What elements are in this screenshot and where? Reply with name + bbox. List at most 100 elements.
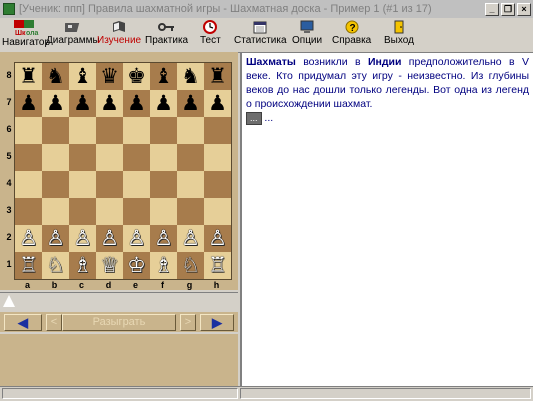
square-d3[interactable] <box>96 198 123 225</box>
square-d4[interactable] <box>96 171 123 198</box>
square-h8[interactable]: ♜ <box>204 63 231 90</box>
black-piece-e7[interactable]: ♟ <box>127 92 146 115</box>
square-f8[interactable]: ♝ <box>150 63 177 90</box>
square-g8[interactable]: ♞ <box>177 63 204 90</box>
square-g4[interactable] <box>177 171 204 198</box>
black-piece-h7[interactable]: ♟ <box>208 92 227 115</box>
square-h3[interactable] <box>204 198 231 225</box>
square-a3[interactable] <box>15 198 42 225</box>
chess-board[interactable]: ♜ ♞ ♝ ♛ ♚ ♝ ♞ ♜ ♟ ♟ ♟ ♟ ♟ ♟ ♟ ♟ ♙ ♙ ♙ ♙ ♙ ♙ ♙ ♙ ♖ ♘ ♗ ♕ ♔ ♗ ♘ ♖ <box>14 62 232 280</box>
black-piece-a7[interactable]: ♟ <box>19 92 38 115</box>
square-b6[interactable] <box>42 117 69 144</box>
square-f2[interactable]: ♙ <box>150 225 177 252</box>
square-c7[interactable]: ♟ <box>69 90 96 117</box>
square-c3[interactable] <box>69 198 96 225</box>
square-b8[interactable]: ♞ <box>42 63 69 90</box>
square-c5[interactable] <box>69 144 96 171</box>
white-piece-e2[interactable]: ♙ <box>127 227 146 250</box>
options-button[interactable]: Опции <box>292 20 322 46</box>
black-piece-e8[interactable]: ♚ <box>127 65 146 88</box>
white-piece-h1[interactable]: ♖ <box>208 254 227 277</box>
white-piece-e1[interactable]: ♔ <box>127 254 146 277</box>
white-piece-a2[interactable]: ♙ <box>19 227 38 250</box>
black-piece-g8[interactable]: ♞ <box>181 65 200 88</box>
square-a5[interactable] <box>15 144 42 171</box>
more-button[interactable]: ... <box>246 112 262 125</box>
white-piece-h2[interactable]: ♙ <box>208 227 227 250</box>
square-g6[interactable] <box>177 117 204 144</box>
square-c2[interactable]: ♙ <box>69 225 96 252</box>
square-e4[interactable] <box>123 171 150 198</box>
white-piece-c1[interactable]: ♗ <box>73 254 92 277</box>
square-f6[interactable] <box>150 117 177 144</box>
square-b3[interactable] <box>42 198 69 225</box>
black-piece-f7[interactable]: ♟ <box>154 92 173 115</box>
square-h7[interactable]: ♟ <box>204 90 231 117</box>
square-d5[interactable] <box>96 144 123 171</box>
square-d2[interactable]: ♙ <box>96 225 123 252</box>
black-piece-a8[interactable]: ♜ <box>19 65 38 88</box>
square-d1[interactable]: ♕ <box>96 252 123 279</box>
white-piece-c2[interactable]: ♙ <box>73 227 92 250</box>
square-a2[interactable]: ♙ <box>15 225 42 252</box>
square-e5[interactable] <box>123 144 150 171</box>
square-f5[interactable] <box>150 144 177 171</box>
square-d8[interactable]: ♛ <box>96 63 123 90</box>
black-piece-b8[interactable]: ♞ <box>46 65 65 88</box>
square-a6[interactable] <box>15 117 42 144</box>
square-b2[interactable]: ♙ <box>42 225 69 252</box>
study-button[interactable]: Изучение <box>97 20 141 46</box>
square-g5[interactable] <box>177 144 204 171</box>
square-e7[interactable]: ♟ <box>123 90 150 117</box>
last-move-button[interactable]: ▶ <box>200 314 234 331</box>
square-d6[interactable] <box>96 117 123 144</box>
square-h6[interactable] <box>204 117 231 144</box>
statistics-button[interactable]: Статистика <box>234 20 287 46</box>
square-e2[interactable]: ♙ <box>123 225 150 252</box>
black-piece-h8[interactable]: ♜ <box>208 65 227 88</box>
square-d7[interactable]: ♟ <box>96 90 123 117</box>
square-c6[interactable] <box>69 117 96 144</box>
navigator-button[interactable]: Шк ола Навигатор <box>2 19 50 48</box>
test-button[interactable]: Тест <box>200 20 221 46</box>
square-c1[interactable]: ♗ <box>69 252 96 279</box>
white-piece-g1[interactable]: ♘ <box>181 254 200 277</box>
square-g2[interactable]: ♙ <box>177 225 204 252</box>
square-f4[interactable] <box>150 171 177 198</box>
white-piece-d2[interactable]: ♙ <box>100 227 119 250</box>
white-piece-f2[interactable]: ♙ <box>154 227 173 250</box>
white-piece-f1[interactable]: ♗ <box>154 254 173 277</box>
help-button[interactable]: ? Справка <box>332 20 371 46</box>
black-piece-g7[interactable]: ♟ <box>181 92 200 115</box>
square-a4[interactable] <box>15 171 42 198</box>
square-h4[interactable] <box>204 171 231 198</box>
next-move-button[interactable]: > <box>180 314 196 331</box>
square-c4[interactable] <box>69 171 96 198</box>
square-f3[interactable] <box>150 198 177 225</box>
black-piece-c8[interactable]: ♝ <box>73 65 92 88</box>
exit-button[interactable]: Выход <box>384 20 414 46</box>
square-g1[interactable]: ♘ <box>177 252 204 279</box>
square-e1[interactable]: ♔ <box>123 252 150 279</box>
close-button[interactable]: × <box>517 2 531 16</box>
first-move-button[interactable]: ◀ <box>4 314 42 331</box>
white-piece-d1[interactable]: ♕ <box>100 254 119 277</box>
black-piece-b7[interactable]: ♟ <box>46 92 65 115</box>
square-b7[interactable]: ♟ <box>42 90 69 117</box>
white-piece-a1[interactable]: ♖ <box>19 254 38 277</box>
square-b4[interactable] <box>42 171 69 198</box>
square-a7[interactable]: ♟ <box>15 90 42 117</box>
square-f7[interactable]: ♟ <box>150 90 177 117</box>
white-piece-g2[interactable]: ♙ <box>181 227 200 250</box>
square-c8[interactable]: ♝ <box>69 63 96 90</box>
white-piece-b2[interactable]: ♙ <box>46 227 65 250</box>
black-piece-d7[interactable]: ♟ <box>100 92 119 115</box>
square-h1[interactable]: ♖ <box>204 252 231 279</box>
white-piece-b1[interactable]: ♘ <box>46 254 65 277</box>
minimize-button[interactable]: _ <box>485 2 499 16</box>
square-h2[interactable]: ♙ <box>204 225 231 252</box>
square-b1[interactable]: ♘ <box>42 252 69 279</box>
maximize-button[interactable]: ❐ <box>501 2 515 16</box>
square-g7[interactable]: ♟ <box>177 90 204 117</box>
prev-move-button[interactable]: < <box>46 314 62 331</box>
